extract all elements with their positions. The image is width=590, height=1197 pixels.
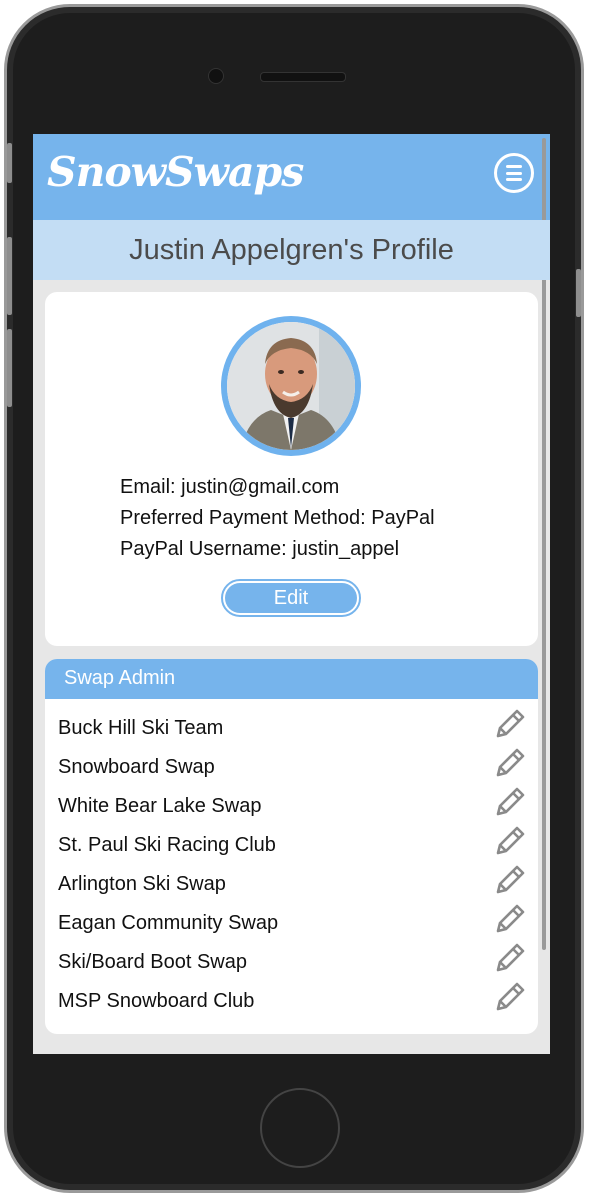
list-item[interactable]: Snowboard Swap: [45, 748, 538, 789]
top-navbar: SnowSwaps: [33, 134, 550, 220]
pencil-edit-icon[interactable]: [493, 902, 527, 936]
app-logo[interactable]: SnowSwaps: [47, 148, 304, 196]
menu-icon: [506, 165, 522, 168]
pencil-edit-icon[interactable]: [493, 941, 527, 975]
edit-profile-button[interactable]: Edit: [221, 579, 361, 617]
swap-name[interactable]: White Bear Lake Swap: [58, 795, 261, 818]
volume-up-button: [7, 237, 12, 315]
mute-switch: [7, 143, 12, 183]
power-button: [576, 269, 581, 317]
edit-button-label: Edit: [225, 583, 357, 613]
list-item[interactable]: Arlington Ski Swap: [45, 865, 538, 906]
list-item[interactable]: Eagan Community Swap: [45, 904, 538, 945]
swap-name[interactable]: Arlington Ski Swap: [58, 873, 226, 896]
pencil-edit-icon[interactable]: [493, 785, 527, 819]
profile-header: Justin Appelgren's Profile: [33, 220, 550, 280]
contact-info: Email: justin@gmail.com Preferred Paymen…: [120, 472, 435, 565]
swap-admin-header: Swap Admin: [45, 659, 538, 699]
avatar-photo: [227, 322, 355, 450]
swap-name[interactable]: St. Paul Ski Racing Club: [58, 834, 276, 857]
list-item[interactable]: MSP Snowboard Club: [45, 982, 538, 1023]
email-text: Email: justin@gmail.com: [120, 476, 340, 498]
earpiece-speaker: [260, 72, 346, 82]
volume-down-button: [7, 329, 12, 407]
swap-admin-card: Swap Admin Buck Hill Ski Team Snowboard S…: [45, 659, 538, 1034]
page-title: Justin Appelgren's Profile: [129, 234, 454, 266]
menu-button[interactable]: [494, 153, 534, 193]
swap-name[interactable]: MSP Snowboard Club: [58, 990, 254, 1013]
pencil-edit-icon[interactable]: [493, 980, 527, 1014]
swap-name[interactable]: Eagan Community Swap: [58, 912, 278, 935]
list-item[interactable]: Ski/Board Boot Swap: [45, 943, 538, 984]
pencil-edit-icon[interactable]: [493, 863, 527, 897]
swap-name[interactable]: Snowboard Swap: [58, 756, 215, 779]
pencil-edit-icon[interactable]: [493, 824, 527, 858]
swap-admin-title: Swap Admin: [64, 667, 176, 689]
pencil-edit-icon[interactable]: [493, 746, 527, 780]
home-button[interactable]: [260, 1088, 340, 1168]
swap-name[interactable]: Ski/Board Boot Swap: [58, 951, 247, 974]
avatar: [221, 316, 361, 456]
list-item[interactable]: Buck Hill Ski Team: [45, 709, 538, 750]
payment-method-text: Preferred Payment Method: PayPal: [120, 507, 435, 529]
paypal-username-text: PayPal Username: justin_appel: [120, 538, 400, 560]
front-camera: [208, 68, 224, 84]
pencil-edit-icon[interactable]: [493, 707, 527, 741]
swap-name[interactable]: Buck Hill Ski Team: [58, 717, 223, 740]
profile-card: Email: justin@gmail.com Preferred Paymen…: [45, 292, 538, 646]
app-screen: SnowSwaps Justin Appelgren's Profile Ema…: [33, 134, 550, 1054]
list-item[interactable]: St. Paul Ski Racing Club: [45, 826, 538, 867]
list-item[interactable]: White Bear Lake Swap: [45, 787, 538, 828]
